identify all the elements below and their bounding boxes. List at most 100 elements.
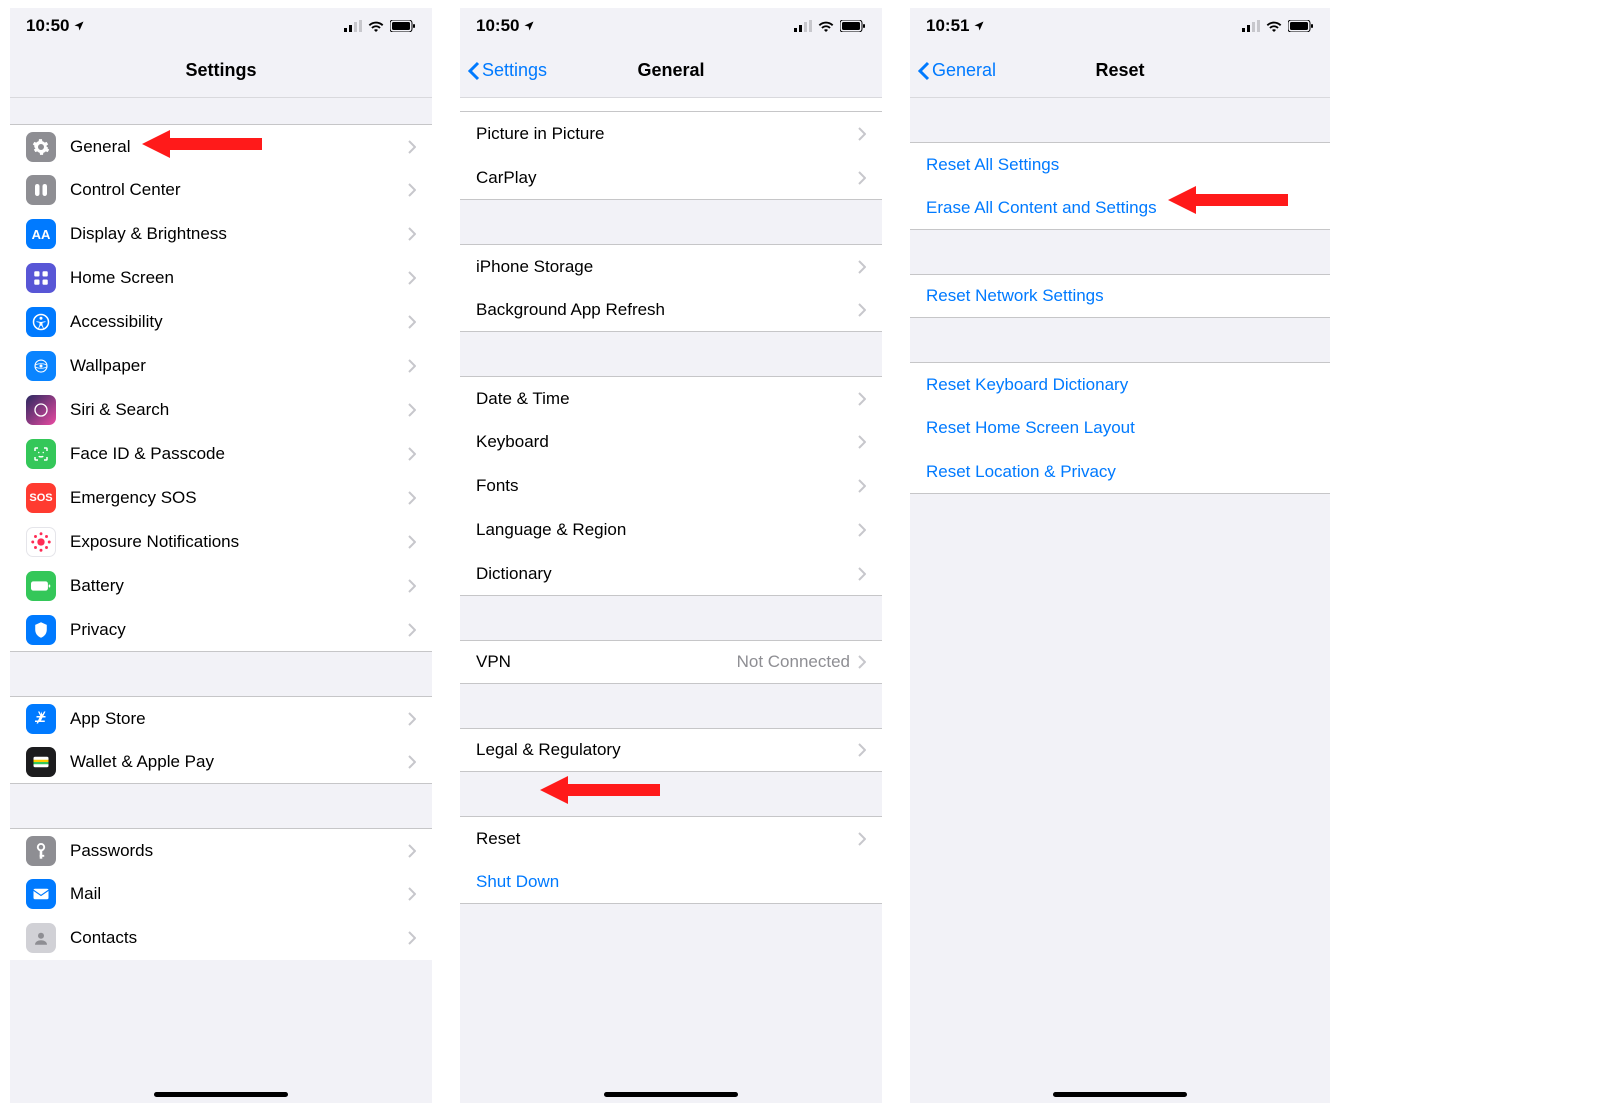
row-wallpaper[interactable]: Wallpaper [10,344,432,388]
row-emergency-sos[interactable]: SOS Emergency SOS [10,476,432,520]
battery-icon [1288,20,1314,32]
sliders-icon [26,175,56,205]
row-label: Background App Refresh [476,300,858,320]
row-exposure-notifications[interactable]: Exposure Notifications [10,520,432,564]
contacts-icon [26,923,56,953]
row-background-app-refresh[interactable]: Background App Refresh [460,288,882,332]
row-contacts[interactable]: Contacts [10,916,432,960]
row-language-region[interactable]: Language & Region [460,508,882,552]
row-shut-down[interactable]: Shut Down [460,860,882,904]
chevron-right-icon [408,931,416,945]
reset-list[interactable]: Reset All Settings Erase All Content and… [910,98,1330,1103]
row-label: Fonts [476,476,858,496]
chevron-right-icon [408,403,416,417]
row-fonts[interactable]: Fonts [460,464,882,508]
chevron-right-icon [408,491,416,505]
row-detail: Not Connected [737,652,850,672]
row-iphone-storage[interactable]: iPhone Storage [460,244,882,288]
chevron-right-icon [858,567,866,581]
status-time: 10:50 [26,16,69,36]
chevron-right-icon [858,655,866,669]
row-label: Reset Home Screen Layout [926,418,1314,438]
location-icon [73,20,85,32]
cellular-signal-icon [1242,20,1260,32]
chevron-right-icon [858,435,866,449]
chevron-right-icon [408,623,416,637]
row-label: Privacy [70,620,408,640]
row-label: Exposure Notifications [70,532,408,552]
row-label: VPN [476,652,737,672]
chevron-right-icon [858,479,866,493]
row-accessibility[interactable]: Accessibility [10,300,432,344]
row-label: Language & Region [476,520,858,540]
row-date-time[interactable]: Date & Time [460,376,882,420]
gear-icon [26,132,56,162]
row-privacy[interactable]: Privacy [10,608,432,652]
screen-general: 10:50 Settings General Picture in Pictur… [460,8,882,1103]
row-reset-network-settings[interactable]: Reset Network Settings [910,274,1330,318]
nav-bar: General Reset [910,44,1330,98]
row-label: Face ID & Passcode [70,444,408,464]
row-general[interactable]: General [10,124,432,168]
row-label: Contacts [70,928,408,948]
row-wallet-apple-pay[interactable]: Wallet & Apple Pay [10,740,432,784]
row-picture-in-picture[interactable]: Picture in Picture [460,112,882,156]
row-passwords[interactable]: Passwords [10,828,432,872]
battery-icon [840,20,866,32]
chevron-right-icon [858,260,866,274]
row-siri-search[interactable]: Siri & Search [10,388,432,432]
row-label: Erase All Content and Settings [926,198,1314,218]
back-button[interactable]: General [918,44,996,97]
row-faceid-passcode[interactable]: Face ID & Passcode [10,432,432,476]
row-dictionary[interactable]: Dictionary [460,552,882,596]
row-legal-regulatory[interactable]: Legal & Regulatory [460,728,882,772]
row-label: Keyboard [476,432,858,452]
row-label: Reset [476,829,858,849]
row-reset-location-privacy[interactable]: Reset Location & Privacy [910,450,1330,494]
key-icon [26,836,56,866]
row-label: Legal & Regulatory [476,740,858,760]
chevron-right-icon [858,392,866,406]
screen-settings: 10:50 Settings General [10,8,432,1103]
row-carplay[interactable]: CarPlay [460,156,882,200]
row-home-screen[interactable]: Home Screen [10,256,432,300]
battery-settings-icon [26,571,56,601]
row-airplay-handoff-partial[interactable] [460,98,882,112]
chevron-right-icon [408,315,416,329]
row-label: Shut Down [476,872,866,892]
chevron-right-icon [408,447,416,461]
nav-title: General [637,60,704,81]
row-label: App Store [70,709,408,729]
row-keyboard[interactable]: Keyboard [460,420,882,464]
home-indicator[interactable] [604,1092,738,1097]
status-time: 10:50 [476,16,519,36]
wifi-icon [1266,20,1282,32]
row-label: Reset Location & Privacy [926,462,1314,482]
row-label: Reset Keyboard Dictionary [926,375,1314,395]
cellular-signal-icon [344,20,362,32]
row-vpn[interactable]: VPN Not Connected [460,640,882,684]
row-reset[interactable]: Reset [460,816,882,860]
chevron-right-icon [408,140,416,154]
home-indicator[interactable] [154,1092,288,1097]
row-control-center[interactable]: Control Center [10,168,432,212]
row-display-brightness[interactable]: AA Display & Brightness [10,212,432,256]
row-label: Siri & Search [70,400,408,420]
row-erase-all-content[interactable]: Erase All Content and Settings [910,186,1330,230]
chevron-right-icon [408,359,416,373]
row-mail[interactable]: Mail [10,872,432,916]
settings-list[interactable]: General Control Center AA Display & Brig… [10,98,432,1103]
row-reset-home-screen-layout[interactable]: Reset Home Screen Layout [910,406,1330,450]
row-app-store[interactable]: App Store [10,696,432,740]
back-label: Settings [482,60,547,81]
faceid-icon [26,439,56,469]
row-reset-all-settings[interactable]: Reset All Settings [910,142,1330,186]
home-indicator[interactable] [1053,1092,1187,1097]
back-button[interactable]: Settings [468,44,547,97]
row-label: Wallet & Apple Pay [70,752,408,772]
chevron-right-icon [858,743,866,757]
row-label: Emergency SOS [70,488,408,508]
row-battery[interactable]: Battery [10,564,432,608]
row-reset-keyboard-dictionary[interactable]: Reset Keyboard Dictionary [910,362,1330,406]
general-list[interactable]: Picture in Picture CarPlay iPhone Storag… [460,98,882,1103]
